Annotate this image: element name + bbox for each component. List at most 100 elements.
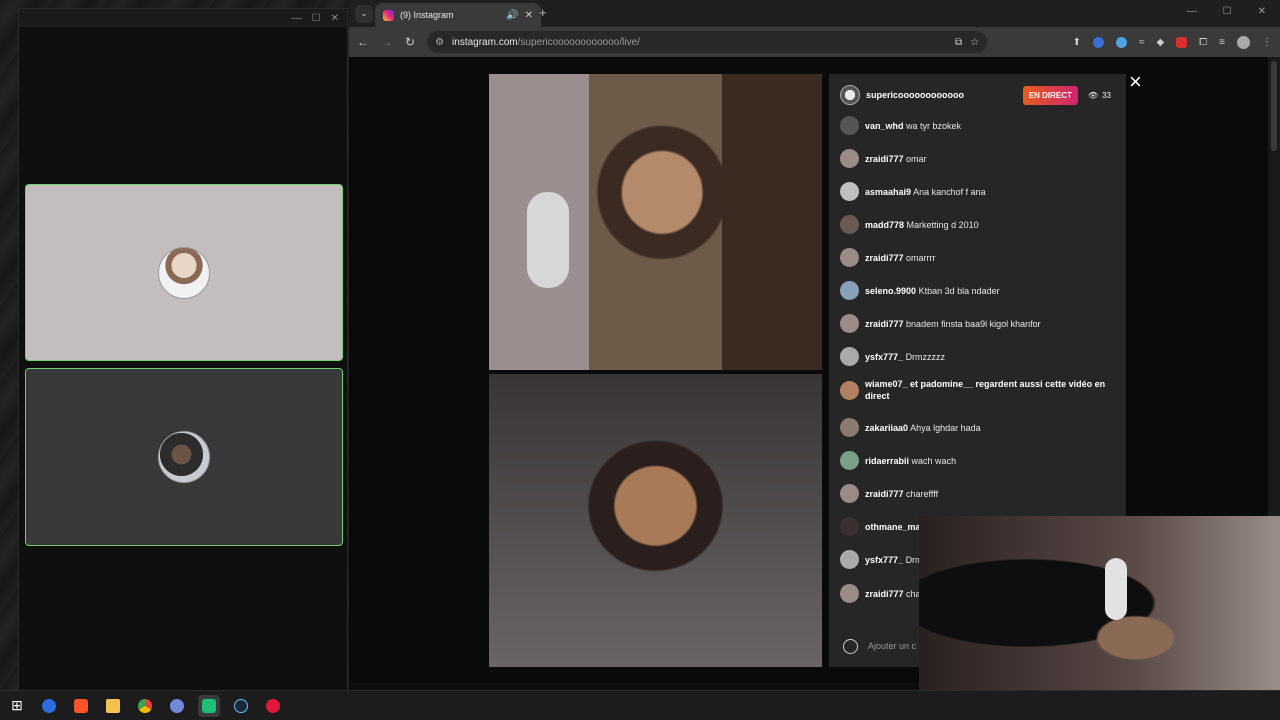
comment-text: chareffff [906,488,939,499]
menu-kebab-icon[interactable]: ⋮ [1262,37,1272,48]
tab-search-button[interactable]: ⌄ [355,4,373,23]
steam-icon[interactable] [230,695,252,717]
brave-icon[interactable] [70,695,92,717]
video-call-window: — ☐ ✕ [18,8,348,694]
profile-avatar[interactable] [1237,35,1250,49]
commenter-avatar[interactable] [840,314,859,333]
participant-tile[interactable] [25,184,343,361]
live-video-host[interactable] [489,74,822,370]
commenter-avatar[interactable] [840,418,859,437]
comment-placeholder: Ajouter un c [868,641,917,651]
instagram-icon [383,9,394,21]
commenter-username[interactable]: zraidi777 [865,589,904,599]
live-video-guest[interactable] [489,374,822,667]
commenter-username[interactable]: ysfx777_ [865,555,903,565]
commenter-avatar[interactable] [840,116,859,135]
live-badge: EN DIRECT [1022,85,1078,105]
commenter-avatar[interactable] [840,215,859,234]
gamepad-app-icon[interactable] [198,694,220,717]
reading-list-icon[interactable]: ≡ [1219,37,1225,48]
comment-text: omar [906,153,927,164]
emoji-icon[interactable] [843,638,858,654]
close-live-button[interactable]: × [1129,71,1142,93]
minimize-button[interactable]: — [1187,6,1197,17]
puzzle-extensions-icon[interactable]: ⧠ [1199,37,1207,48]
commenter-username[interactable]: asmaahai9 [865,187,911,197]
commenter-username[interactable]: madd778 [865,220,904,230]
extension-icon[interactable]: ◆ [1156,37,1164,48]
minimize-button[interactable]: — [292,13,302,24]
comment-text: Ktban 3d bla ndader [918,285,1000,296]
extensions-bar: ⬆ ≈ ◆ ⧠ ≡ ⋮ [1073,35,1272,49]
participant-tile[interactable] [25,368,343,546]
comment-text: Ana kanchof f ana [913,186,986,197]
chat-message: madd778 Marketting d 2010 [840,215,1112,234]
commenter-avatar[interactable] [840,182,859,201]
discord-icon[interactable] [166,695,188,717]
file-explorer-icon[interactable] [102,695,124,717]
reload-icon[interactable]: ↻ [405,35,415,49]
windows-start-icon[interactable]: ⊞ [6,695,28,717]
address-bar[interactable]: ⚙ instagram.com/supericoooooooooooo/live… [427,31,988,53]
viewer-count-value: 33 [1102,90,1111,100]
chat-message: zraidi777 bnadem finsta baa9i kigol khan… [840,314,1112,333]
forward-arrow-icon[interactable]: → [381,35,393,49]
close-button[interactable]: ✕ [1258,6,1266,17]
comment-text: wa tyr bzokek [906,120,962,131]
browser-g-icon[interactable] [38,695,60,717]
install-app-icon[interactable]: ⧉ [955,37,962,48]
extension-icon[interactable] [1092,36,1104,48]
commenter-username[interactable]: othmane_ma [865,522,921,532]
url-host: instagram.com [452,36,518,48]
tab-bar: ⌄ (9) Instagram 🔊 ✕ + — ☐ ✕ [349,0,1280,27]
commenter-username[interactable]: wiame07_ et padomine__ regardent aussi c… [865,379,1105,401]
commenter-avatar[interactable] [840,380,859,400]
host-avatar[interactable] [840,85,860,105]
red-app-icon[interactable] [262,695,284,717]
taskbar: ⊞ [0,690,1280,720]
extension-icon[interactable] [1115,36,1127,48]
new-tab-button[interactable]: + [539,5,547,20]
commenter-username[interactable]: ridaerrabii [865,456,909,466]
chat-message: van_whd wa tyr bzokek [840,116,1112,135]
extension-icon[interactable]: ⬆ [1073,37,1081,48]
commenter-avatar[interactable] [840,248,859,267]
bookmark-star-icon[interactable]: ☆ [970,37,979,48]
chat-message: seleno.9900 Ktban 3d bla ndader [840,281,1112,300]
headphones [527,192,569,288]
tab-instagram[interactable]: (9) Instagram 🔊 ✕ [375,3,541,27]
commenter-username[interactable]: zraidi777 [865,319,904,329]
commenter-username[interactable]: seleno.9900 [865,286,916,296]
commenter-username[interactable]: zraidi777 [865,154,904,164]
comment-text: Ahya lghdar hada [910,422,981,433]
close-button[interactable]: ✕ [331,13,339,24]
webcam-overlay [919,516,1280,690]
site-info-icon[interactable]: ⚙ [435,37,444,48]
commenter-avatar[interactable] [840,451,859,470]
extension-icon[interactable]: ≈ [1139,37,1145,48]
commenter-username[interactable]: ysfx777_ [865,352,903,362]
chrome-icon[interactable] [134,695,156,717]
close-tab-icon[interactable]: ✕ [525,10,533,21]
commenter-username[interactable]: zraidi777 [865,253,904,263]
commenter-avatar[interactable] [840,484,859,503]
maximize-button[interactable]: ☐ [312,13,321,24]
commenter-avatar[interactable] [840,584,859,603]
commenter-avatar[interactable] [840,550,859,569]
commenter-avatar[interactable] [840,347,859,366]
maximize-button[interactable]: ☐ [1223,6,1232,17]
speaker-icon[interactable]: 🔊 [506,10,518,21]
back-arrow-icon[interactable]: ← [357,35,369,49]
commenter-avatar[interactable] [840,149,859,168]
extension-icon[interactable] [1176,36,1188,48]
commenter-avatar[interactable] [840,517,859,536]
comment-text: bnadem finsta baa9i kigol khanfor [906,318,1041,329]
commenter-avatar[interactable] [840,281,859,300]
commenter-username[interactable]: zakariiaa0 [865,423,908,433]
commenter-username[interactable]: zraidi777 [865,489,904,499]
host-username[interactable]: supericoooooooooooo [866,90,1017,100]
headphones [1105,558,1127,620]
commenter-username[interactable]: van_whd [865,121,904,131]
url-path: /supericoooooooooooo/live/ [517,36,640,48]
live-header: supericoooooooooooo EN DIRECT 👁 33 [829,74,1126,116]
